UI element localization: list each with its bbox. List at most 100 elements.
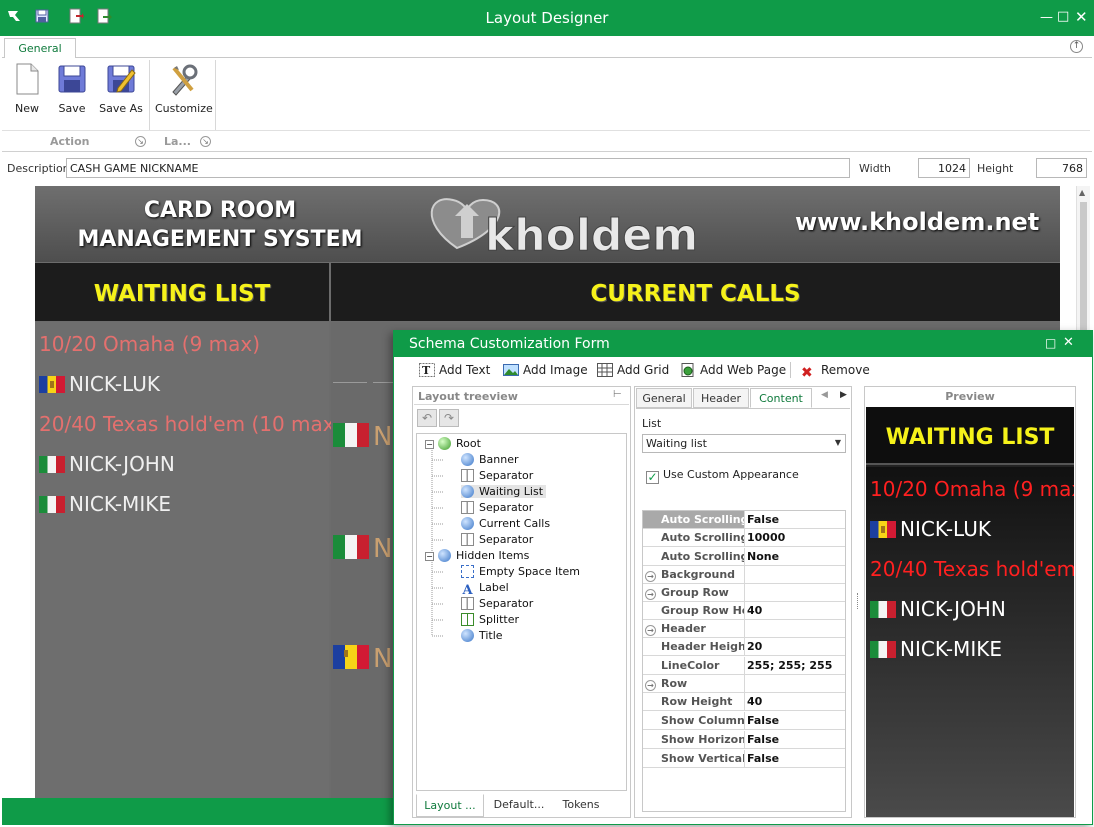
- layout-launcher-icon[interactable]: ↘: [200, 136, 211, 147]
- tree-node-separator[interactable]: Separator: [461, 533, 533, 546]
- tree-node-banner[interactable]: Banner: [461, 453, 519, 466]
- collapse-icon[interactable]: −: [425, 440, 434, 449]
- property-row[interactable]: LineColor 255; 255; 255: [643, 657, 845, 675]
- tree-node-waiting-list[interactable]: Waiting List: [461, 485, 547, 498]
- property-value[interactable]: False: [747, 731, 779, 748]
- player-name: NICK-LUK: [900, 517, 991, 541]
- tab-tokens[interactable]: Tokens: [553, 794, 609, 817]
- tree-node-root[interactable]: − Root: [425, 437, 481, 450]
- tree-node-hidden-items[interactable]: − Hidden Items: [425, 549, 529, 562]
- divider: [414, 404, 629, 405]
- save-button[interactable]: Save: [54, 62, 90, 115]
- property-row[interactable]: Show Horizont False: [643, 731, 845, 749]
- item-icon: [461, 517, 474, 530]
- property-value[interactable]: None: [747, 548, 779, 565]
- tree-node-label-item[interactable]: A Label: [461, 581, 508, 598]
- width-input[interactable]: 1024: [918, 158, 970, 178]
- collapse-icon[interactable]: −: [425, 552, 434, 561]
- tree-node-title[interactable]: Title: [461, 629, 503, 642]
- property-grid[interactable]: Auto Scrolling False Auto Scrolling 10000 …: [642, 510, 846, 812]
- add-text-button[interactable]: T Add Text: [419, 363, 490, 377]
- expand-category-icon[interactable]: →: [645, 589, 656, 600]
- undo-icon[interactable]: ↶: [417, 409, 437, 427]
- treeview[interactable]: − Root Banner Separator Waiting List Sepa…: [416, 433, 627, 791]
- add-web-page-button[interactable]: Add Web Page: [680, 363, 786, 377]
- property-category[interactable]: → Row: [643, 675, 845, 693]
- new-button[interactable]: New: [8, 62, 46, 115]
- tab-layout[interactable]: Layout ...: [416, 794, 484, 817]
- splitter-handle[interactable]: [857, 593, 859, 609]
- property-row[interactable]: Group Row Hei 40: [643, 602, 845, 620]
- list-select[interactable]: Waiting list ▼: [642, 434, 846, 453]
- svg-text:T: T: [422, 364, 431, 377]
- property-value[interactable]: 10000: [747, 529, 785, 546]
- expand-category-icon[interactable]: →: [645, 571, 656, 582]
- waiting-list-header[interactable]: WAITING LIST: [35, 263, 329, 321]
- customize-label: Customize: [155, 102, 213, 115]
- remove-button[interactable]: ✖ Remove: [801, 363, 870, 380]
- divider: [333, 382, 367, 383]
- save-as-button[interactable]: Save As: [98, 62, 144, 115]
- dialog-close-button[interactable]: ✕: [1063, 335, 1074, 350]
- tree-node-separator[interactable]: Separator: [461, 501, 533, 514]
- tab-default[interactable]: Default...: [485, 794, 553, 817]
- current-calls-header[interactable]: CURRENT CALLS: [331, 263, 1060, 321]
- property-row[interactable]: Auto Scrolling False: [643, 511, 845, 529]
- property-value[interactable]: False: [747, 511, 779, 528]
- tree-node-empty-space[interactable]: Empty Space Item: [461, 565, 580, 578]
- property-value[interactable]: 40: [747, 693, 762, 710]
- property-name: → Group Row: [643, 584, 745, 601]
- maximize-button[interactable]: □: [1057, 9, 1069, 24]
- property-category[interactable]: → Background: [643, 566, 845, 584]
- height-input[interactable]: 768: [1036, 158, 1087, 178]
- checkbox-checked-icon[interactable]: ✓: [646, 471, 659, 484]
- description-input[interactable]: CASH GAME NICKNAME: [66, 158, 850, 178]
- waiting-list-panel[interactable]: 10/20 Omaha (9 max) NICK-LUK 20/40 Texas…: [35, 322, 342, 798]
- property-value[interactable]: False: [747, 712, 779, 729]
- property-row[interactable]: Auto Scrolling 10000: [643, 529, 845, 547]
- tree-node-separator[interactable]: Separator: [461, 469, 533, 482]
- customize-button[interactable]: Customize: [155, 62, 213, 115]
- property-row[interactable]: Row Height 40: [643, 693, 845, 711]
- tab-scroll-right-icon[interactable]: ▶: [840, 390, 847, 400]
- property-value[interactable]: 20: [747, 638, 762, 655]
- tree-node-current-calls[interactable]: Current Calls: [461, 517, 550, 530]
- tab-content[interactable]: Content: [750, 388, 812, 408]
- tree-node-separator[interactable]: Separator: [461, 597, 533, 610]
- property-value[interactable]: 40: [747, 602, 762, 619]
- scroll-up-icon[interactable]: ▲: [1079, 188, 1085, 197]
- expand-category-icon[interactable]: →: [645, 680, 656, 691]
- tree-node-splitter[interactable]: Splitter: [461, 613, 519, 626]
- add-image-button[interactable]: Add Image: [503, 363, 588, 377]
- use-custom-appearance-checkbox[interactable]: ✓ Use Custom Appearance: [646, 468, 799, 484]
- tab-scroll-left-icon[interactable]: ◀: [821, 390, 828, 400]
- player-name: NICK-JOHN: [69, 452, 175, 476]
- collapse-ribbon-icon[interactable]: ↑: [1070, 40, 1083, 53]
- action-launcher-icon[interactable]: ↘: [135, 136, 146, 147]
- add-grid-button[interactable]: Add Grid: [597, 363, 669, 377]
- preview-panel: Preview WAITING LIST 10/20 Omaha (9 max)…: [864, 386, 1076, 818]
- preview-title: Preview: [945, 390, 995, 403]
- property-name: → Header: [643, 620, 745, 637]
- redo-icon[interactable]: ↷: [439, 409, 459, 427]
- dialog-maximize-button[interactable]: □: [1045, 336, 1056, 350]
- banner[interactable]: CARD ROOM MANAGEMENT SYSTEM kholdem www.…: [35, 186, 1060, 262]
- separator-icon: [461, 469, 474, 482]
- property-value[interactable]: 255; 255; 255: [747, 657, 832, 674]
- pin-icon[interactable]: ⊢: [613, 389, 622, 400]
- tab-general[interactable]: General: [4, 38, 76, 59]
- minimize-button[interactable]: —: [1040, 10, 1053, 25]
- expand-category-icon[interactable]: →: [645, 625, 656, 636]
- property-value[interactable]: False: [747, 750, 779, 767]
- property-row[interactable]: Auto Scrolling None: [643, 548, 845, 566]
- property-row[interactable]: Show Vertical I False: [643, 750, 845, 768]
- item-icon: [461, 453, 474, 466]
- property-category[interactable]: → Header: [643, 620, 845, 638]
- property-row[interactable]: Show Column I False: [643, 712, 845, 730]
- tab-general[interactable]: General: [636, 388, 692, 408]
- tab-header[interactable]: Header: [693, 388, 749, 408]
- property-category[interactable]: → Group Row: [643, 584, 845, 602]
- property-row[interactable]: Header Height 20: [643, 638, 845, 656]
- close-button[interactable]: ✕: [1075, 8, 1088, 26]
- preview-header: WAITING LIST: [866, 407, 1074, 465]
